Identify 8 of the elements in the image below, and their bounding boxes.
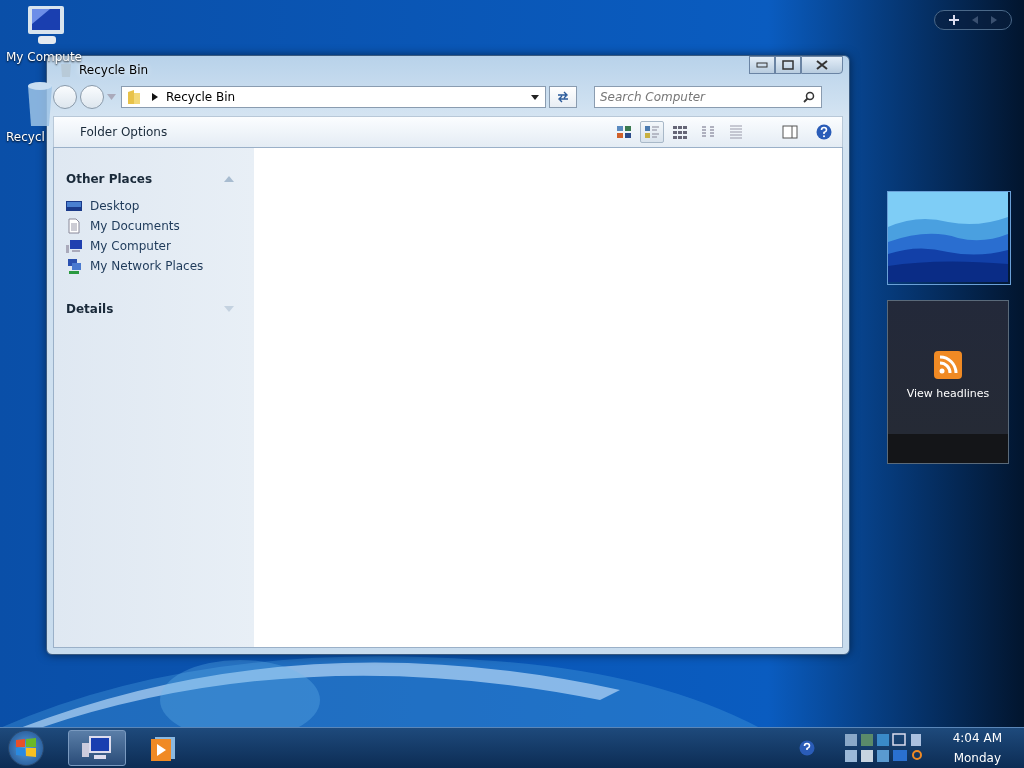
clock-day[interactable]: Monday	[953, 751, 1001, 765]
start-button[interactable]	[8, 730, 44, 766]
help-icon[interactable]	[798, 740, 815, 756]
computer-icon	[82, 735, 112, 761]
computer-button[interactable]	[68, 730, 126, 766]
play-icon	[151, 735, 175, 761]
clock-time[interactable]: 4:04 AM	[952, 731, 1002, 745]
windows-logo	[15, 738, 37, 758]
